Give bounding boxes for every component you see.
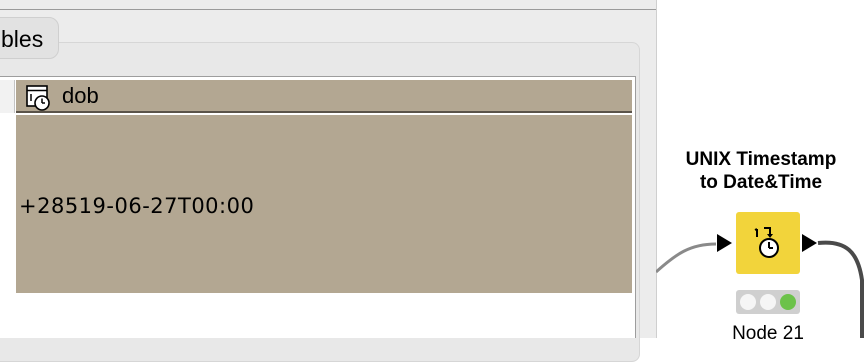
tab-label: bles — [1, 26, 44, 52]
status-light-red — [740, 294, 756, 310]
clock-convert-icon — [754, 227, 779, 258]
node-status-lights — [736, 290, 800, 314]
node-output-port[interactable] — [802, 234, 817, 252]
node-input-port[interactable] — [717, 234, 732, 252]
node-title-line: to Date&Time — [699, 172, 823, 193]
node-label[interactable]: Node 21 — [676, 322, 860, 345]
node-title-line: UNIX Timestamp — [685, 149, 837, 170]
tab-tables[interactable]: bles — [0, 17, 59, 59]
cell-value: +28519-06-27T00:00 — [19, 194, 255, 218]
table-cell[interactable]: +28519-06-27T00:00 — [16, 115, 632, 293]
status-light-green — [780, 294, 796, 310]
dialog-divider — [0, 9, 656, 10]
node-title[interactable]: UNIX Timestamp to Date&Time — [666, 148, 856, 194]
row-header-corner[interactable] — [0, 80, 15, 113]
node-unix-timestamp-to-datetime[interactable] — [736, 212, 800, 274]
column-header-label: dob — [62, 83, 99, 108]
datetime-column-icon — [26, 85, 50, 111]
status-light-yellow — [760, 294, 776, 310]
column-header-dob[interactable]: dob — [16, 80, 632, 113]
